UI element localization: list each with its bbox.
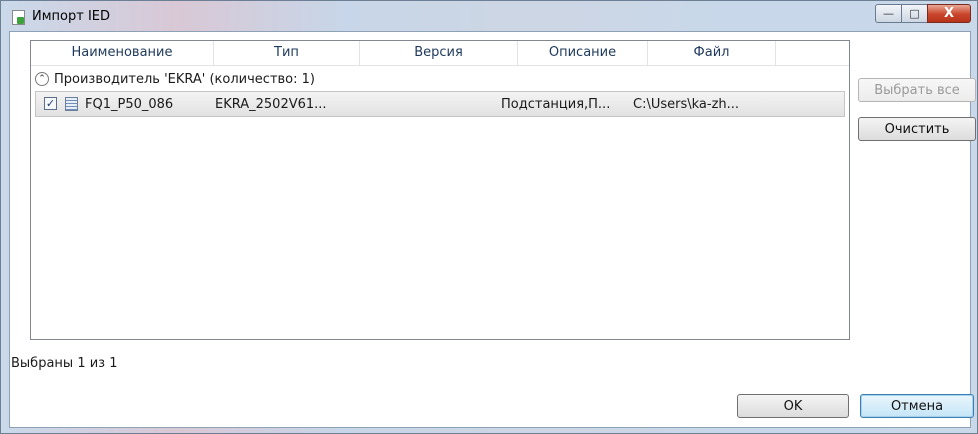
close-icon: X <box>943 6 955 21</box>
minimize-icon: — <box>883 7 894 20</box>
window-controls: — □ X <box>875 4 971 24</box>
cell-description: Подстанция,П... <box>501 97 611 112</box>
row-checkbox[interactable]: ✓ <box>44 97 57 110</box>
title-bar[interactable]: Импорт IED — □ X <box>1 1 977 31</box>
maximize-icon: □ <box>909 7 920 20</box>
group-label: Производитель 'EKRA' (количество: 1) <box>54 71 315 87</box>
import-ied-dialog: Импорт IED — □ X Наименование Тип Версия… <box>0 0 978 434</box>
column-header-filler <box>776 41 848 65</box>
ied-device-icon <box>65 97 78 111</box>
clear-button[interactable]: Очистить <box>858 117 976 141</box>
selection-status: Выбраны 1 из 1 <box>11 356 118 371</box>
cell-type: EKRA_2502V61... <box>215 97 327 112</box>
cell-file: C:\Users\ka-zh... <box>633 97 740 112</box>
maximize-button[interactable]: □ <box>901 4 927 23</box>
table-row[interactable]: ✓ FQ1_P50_086 EKRA_2502V61... Подстанция… <box>35 91 845 117</box>
window-title: Импорт IED <box>32 9 110 24</box>
close-button[interactable]: X <box>927 4 971 23</box>
app-icon <box>12 10 25 25</box>
ied-list[interactable]: Наименование Тип Версия Описание Файл ⌃ … <box>30 40 850 340</box>
ok-button[interactable]: OK <box>737 394 849 418</box>
checkmark-icon: ✓ <box>45 97 56 110</box>
column-header-type[interactable]: Тип <box>214 41 360 65</box>
minimize-button[interactable]: — <box>875 4 901 23</box>
group-header-ekra[interactable]: ⌃ Производитель 'EKRA' (количество: 1) <box>35 69 315 89</box>
column-header-version[interactable]: Версия <box>360 41 518 65</box>
select-all-button[interactable]: Выбрать все <box>858 78 976 102</box>
column-headers: Наименование Тип Версия Описание Файл <box>31 41 849 66</box>
cancel-button[interactable]: Отмена <box>860 394 974 418</box>
cell-name: FQ1_P50_086 <box>85 97 174 112</box>
column-header-description[interactable]: Описание <box>518 41 648 65</box>
dialog-client-area: Наименование Тип Версия Описание Файл ⌃ … <box>9 31 976 428</box>
column-header-file[interactable]: Файл <box>648 41 776 65</box>
collapse-icon[interactable]: ⌃ <box>35 72 49 86</box>
column-header-name[interactable]: Наименование <box>31 41 214 65</box>
